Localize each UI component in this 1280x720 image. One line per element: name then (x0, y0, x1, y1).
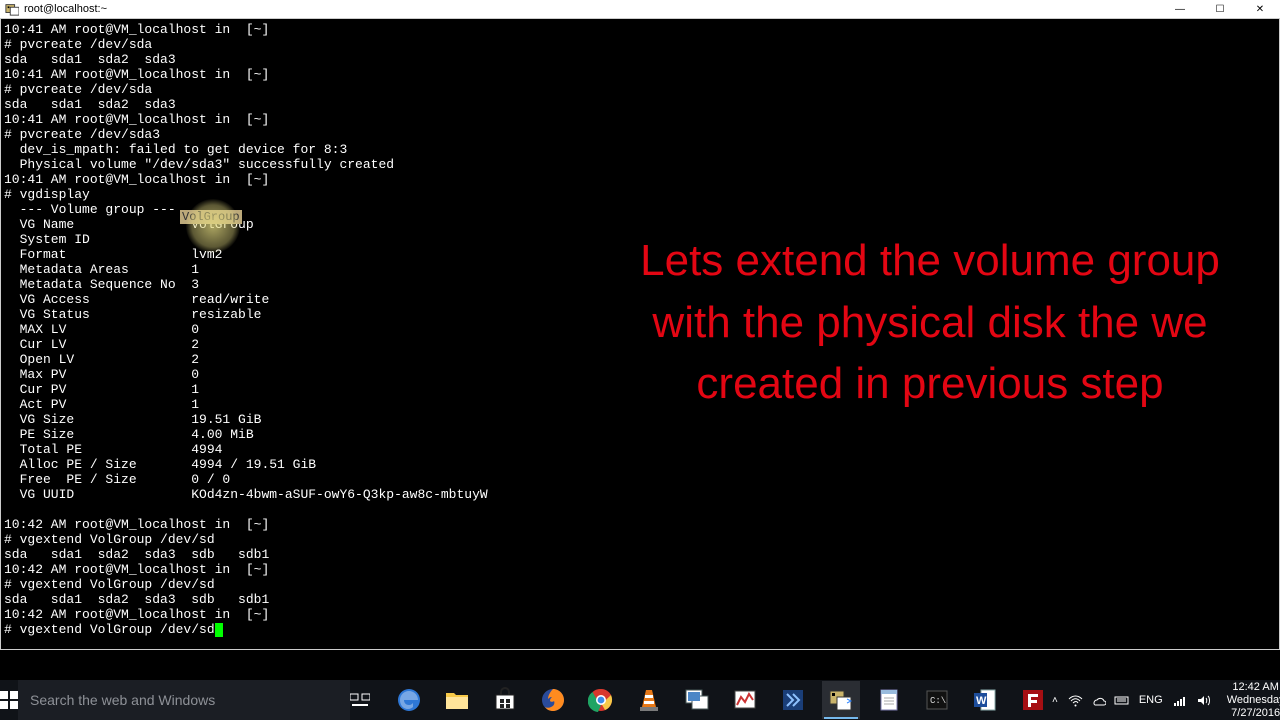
volume-icon[interactable] (1196, 693, 1211, 708)
taskbar-app-filezilla[interactable] (1014, 681, 1052, 719)
taskbar-app-vbox[interactable] (774, 681, 812, 719)
tray-language[interactable]: ENG (1139, 694, 1163, 706)
maximize-button[interactable]: ☐ (1200, 0, 1240, 18)
tray-date: 7/27/2016 (1227, 707, 1280, 720)
putty-icon (4, 1, 20, 17)
taskbar-app-edge[interactable] (390, 681, 428, 719)
taskbar-app-store[interactable] (486, 681, 524, 719)
tray-overflow-icon[interactable]: ˄ (1052, 695, 1058, 706)
start-button[interactable] (0, 680, 18, 720)
tray-time: 12:42 AM (1227, 681, 1280, 694)
taskbar-app-vlc[interactable] (630, 681, 668, 719)
taskbar-app-vmware[interactable] (678, 681, 716, 719)
signal-icon[interactable] (1173, 693, 1188, 708)
taskbar-apps: C:\ W (390, 680, 1052, 720)
titlebar[interactable]: root@localhost:~ — ☐ ✕ (0, 0, 1280, 19)
tray-clock[interactable]: 12:42 AM Wednesday 7/27/2016 (1221, 681, 1280, 720)
close-button[interactable]: ✕ (1240, 0, 1280, 18)
onedrive-icon[interactable] (1091, 693, 1106, 708)
taskbar-app-explorer[interactable] (438, 681, 476, 719)
annotation-overlay: Lets extend the volume group with the ph… (600, 230, 1260, 415)
taskbar-app-word[interactable]: W (966, 681, 1004, 719)
system-tray: ˄ ENG 12:42 AM Wednesday 7/27/2016 (1052, 680, 1280, 720)
taskbar-app-notepad[interactable] (870, 681, 908, 719)
window-title: root@localhost:~ (24, 3, 1160, 15)
task-view-button[interactable] (350, 680, 370, 720)
keyboard-icon[interactable] (1114, 693, 1129, 708)
wifi-icon[interactable] (1068, 693, 1083, 708)
taskbar-app-firefox[interactable] (534, 681, 572, 719)
taskbar-app-perfmon[interactable] (726, 681, 764, 719)
putty-window: root@localhost:~ — ☐ ✕ 10:41 AM root@VM_… (0, 0, 1280, 650)
search-placeholder: Search the web and Windows (30, 692, 215, 708)
svg-text:W: W (976, 695, 987, 707)
svg-text:C:\: C:\ (930, 696, 946, 706)
minimize-button[interactable]: — (1160, 0, 1200, 18)
cursor-spotlight (186, 199, 240, 253)
search-input[interactable]: Search the web and Windows (18, 680, 350, 720)
taskbar: Search the web and Windows C:\ W ˄ ENG (0, 680, 1280, 720)
tray-day: Wednesday (1227, 694, 1280, 707)
taskbar-app-putty[interactable] (822, 681, 860, 719)
taskbar-app-chrome[interactable] (582, 681, 620, 719)
taskbar-app-cmd[interactable]: C:\ (918, 681, 956, 719)
